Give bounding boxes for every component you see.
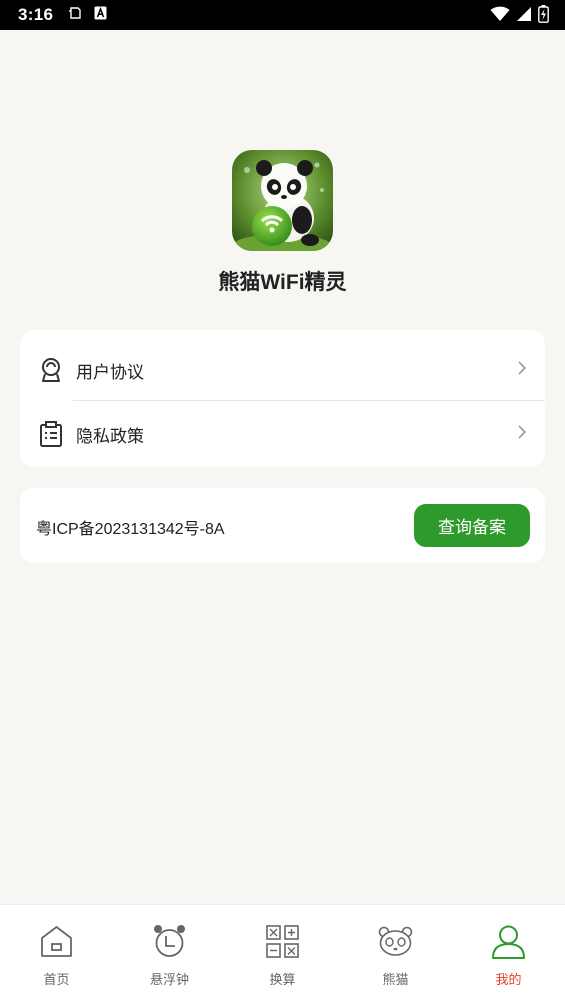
- calculator-icon: [266, 925, 299, 958]
- menu-item-label: 用户协议: [76, 362, 144, 382]
- icp-record-text: 粤ICP备2023131342号-8A: [36, 521, 225, 538]
- panda-icon: [378, 926, 413, 956]
- nav-label: 熊猫: [382, 972, 409, 987]
- app-name: 熊猫WiFi精灵: [218, 271, 347, 294]
- icp-record-card: 粤ICP备2023131342号-8A 查询备案: [20, 488, 545, 563]
- menu-item-user-agreement[interactable]: 用户协议: [20, 338, 545, 402]
- keyboard-a-icon: [94, 6, 107, 25]
- user-icon: [492, 925, 525, 959]
- battery-charging-icon: [538, 5, 549, 28]
- nav-label: 悬浮钟: [149, 972, 189, 987]
- chevron-right-icon: [517, 360, 527, 381]
- signal-icon: [516, 6, 532, 27]
- user-agreement-icon: [38, 356, 64, 384]
- chevron-right-icon: [517, 424, 527, 445]
- nav-label: 我的: [495, 972, 522, 987]
- home-icon: [41, 926, 72, 957]
- settings-menu-card: 用户协议 隐私政策: [20, 330, 545, 467]
- nav-item-panda[interactable]: 熊猫: [339, 905, 452, 1005]
- screenshot-icon: [68, 6, 82, 25]
- menu-item-privacy-policy[interactable]: 隐私政策: [20, 402, 545, 466]
- menu-item-label: 隐私政策: [76, 426, 144, 446]
- nav-item-convert[interactable]: 换算: [226, 905, 339, 1005]
- nav-label: 首页: [43, 972, 70, 987]
- nav-item-floating-clock[interactable]: 悬浮钟: [113, 905, 226, 1005]
- query-record-button[interactable]: 查询备案: [414, 504, 530, 547]
- alarm-clock-icon: [154, 925, 185, 957]
- bottom-nav: 首页 悬浮钟 换算 熊猫 我的: [0, 904, 565, 1005]
- nav-label: 换算: [269, 972, 296, 987]
- panda-wifi-app-icon: [232, 150, 333, 251]
- nav-item-mine[interactable]: 我的: [452, 905, 565, 1005]
- nav-item-home[interactable]: 首页: [0, 905, 113, 1005]
- wifi-icon: [490, 6, 510, 27]
- menu-divider: [73, 400, 545, 401]
- status-time: 3:16: [18, 5, 54, 24]
- clipboard-icon: [38, 420, 64, 448]
- status-bar: 3:16: [0, 0, 565, 30]
